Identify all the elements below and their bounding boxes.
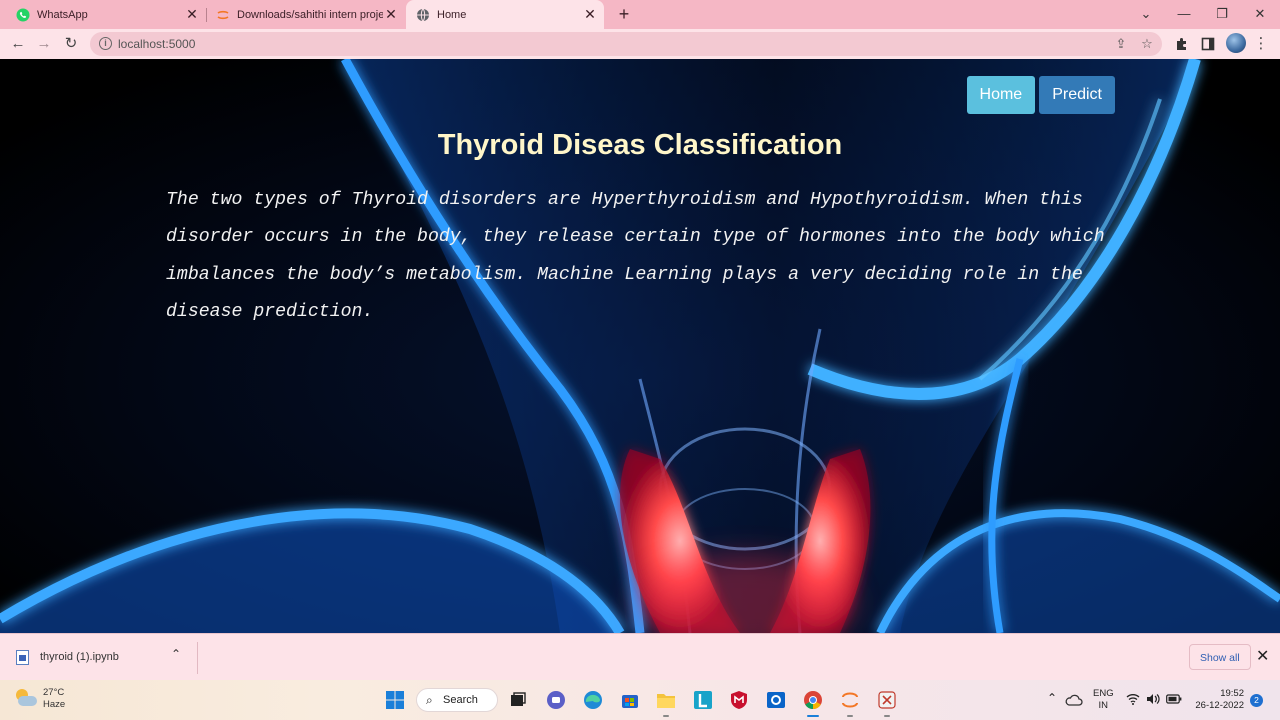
- volume-icon[interactable]: [1146, 693, 1160, 720]
- jupyter-icon: [217, 10, 229, 19]
- reload-icon[interactable]: ↻: [60, 33, 82, 55]
- tab-close-icon[interactable]: ✕: [582, 6, 598, 23]
- web-page: Home Predict Thyroid Diseas Classificati…: [0, 59, 1280, 633]
- new-tab-button[interactable]: +: [614, 4, 634, 24]
- search-label: Search: [443, 694, 478, 706]
- snipping-tool-icon[interactable]: [876, 689, 898, 711]
- back-arrow-icon[interactable]: ←: [7, 33, 29, 55]
- chat-icon[interactable]: [545, 689, 567, 711]
- windows-start-icon[interactable]: [384, 689, 406, 711]
- download-filename: thyroid (1).ipynb: [40, 651, 119, 663]
- top-nav: Home Predict: [966, 76, 1115, 114]
- wifi-icon[interactable]: [1126, 693, 1140, 720]
- taskbar-search[interactable]: ⌕ Search: [416, 688, 498, 712]
- bookmark-star-icon[interactable]: ☆: [1139, 36, 1155, 52]
- clock-time: 19:52: [1220, 688, 1244, 699]
- microsoft-store-icon[interactable]: [619, 689, 641, 711]
- menu-kebab-icon[interactable]: ⋮: [1250, 33, 1272, 55]
- globe-icon: [417, 8, 429, 21]
- tab-whatsapp[interactable]: WhatsApp ✕: [0, 0, 206, 29]
- active-indicator: [807, 715, 819, 717]
- show-all-button[interactable]: Show all: [1189, 644, 1251, 670]
- forward-arrow-icon[interactable]: →: [33, 33, 55, 55]
- tab-close-icon[interactable]: ✕: [383, 6, 399, 23]
- clock[interactable]: 19:52 26-12-2022: [1193, 688, 1244, 720]
- chrome-icon[interactable]: [802, 689, 824, 711]
- home-nav-button[interactable]: Home: [966, 76, 1036, 114]
- weather-desc: Haze: [43, 699, 66, 710]
- tab-title: Downloads/sahithi intern project: [237, 8, 383, 21]
- region-code: IN: [1098, 700, 1109, 711]
- profile-avatar[interactable]: [1226, 33, 1246, 53]
- tab-search-chevron-icon[interactable]: ⌄: [1127, 0, 1165, 29]
- language-indicator[interactable]: ENG IN: [1093, 688, 1114, 720]
- running-indicator: [847, 715, 853, 717]
- tab-close-icon[interactable]: ✕: [184, 6, 200, 23]
- site-info-icon[interactable]: i: [99, 37, 112, 50]
- tab-downloads[interactable]: Downloads/sahithi intern project ✕: [207, 0, 405, 29]
- weather-widget[interactable]: 27°C Haze: [14, 687, 65, 711]
- outlook-icon[interactable]: [765, 689, 787, 711]
- weather-temp: 27°C: [43, 687, 65, 698]
- partly-cloudy-icon: [14, 689, 38, 709]
- running-indicator: [663, 715, 669, 717]
- close-download-bar-icon[interactable]: ✕: [1256, 646, 1269, 666]
- task-view-icon[interactable]: [507, 689, 529, 711]
- file-icon: [16, 649, 29, 665]
- edge-browser-icon[interactable]: [582, 689, 604, 711]
- url-text: localhost:5000: [118, 37, 196, 51]
- intro-paragraph: The two types of Thyroid disorders are H…: [166, 190, 1105, 322]
- chevron-up-tray-icon[interactable]: ⌃: [1047, 692, 1057, 720]
- divider: [197, 642, 198, 674]
- mcafee-shield-icon[interactable]: [728, 689, 750, 711]
- browser-tab-strip: WhatsApp ✕ Downloads/sahithi intern proj…: [0, 0, 1280, 29]
- share-icon[interactable]: ⇪: [1113, 36, 1129, 52]
- onedrive-cloud-icon[interactable]: [1065, 692, 1083, 708]
- lens-app-icon[interactable]: [692, 689, 714, 711]
- address-bar[interactable]: i localhost:5000 ⇪ ☆: [90, 32, 1162, 56]
- extensions-puzzle-icon[interactable]: [1171, 33, 1193, 55]
- side-panel-icon[interactable]: [1197, 33, 1219, 55]
- download-item[interactable]: thyroid (1).ipynb: [16, 647, 119, 667]
- predict-nav-button[interactable]: Predict: [1039, 76, 1115, 114]
- clock-date: 26-12-2022: [1195, 700, 1244, 711]
- whatsapp-icon: [16, 8, 30, 21]
- download-bar: thyroid (1).ipynb ⌃ Show all ✕: [0, 633, 1280, 680]
- file-explorer-icon[interactable]: [655, 689, 677, 711]
- close-window-icon[interactable]: ✕: [1241, 0, 1279, 29]
- jupyter-taskbar-icon[interactable]: [839, 689, 861, 711]
- tab-home[interactable]: Home ✕: [406, 0, 604, 29]
- search-icon: ⌕: [426, 693, 433, 707]
- battery-icon[interactable]: [1166, 694, 1182, 720]
- chevron-up-icon[interactable]: ⌃: [171, 647, 181, 661]
- tab-title: WhatsApp: [37, 8, 88, 21]
- language-code: ENG: [1093, 688, 1114, 699]
- taskbar: 27°C Haze ⌕ Search ⌃ ENG IN 19:52 26-12-…: [0, 680, 1280, 720]
- browser-toolbar: ← → ↻ i localhost:5000 ⇪ ☆ ⋮: [0, 29, 1280, 59]
- page-title: Thyroid Diseas Classification: [437, 129, 843, 161]
- running-indicator: [884, 715, 890, 717]
- notification-badge[interactable]: 2: [1250, 694, 1263, 707]
- tab-title: Home: [437, 8, 467, 21]
- minimize-icon[interactable]: —: [1165, 0, 1203, 29]
- maximize-icon[interactable]: ❐: [1203, 0, 1241, 29]
